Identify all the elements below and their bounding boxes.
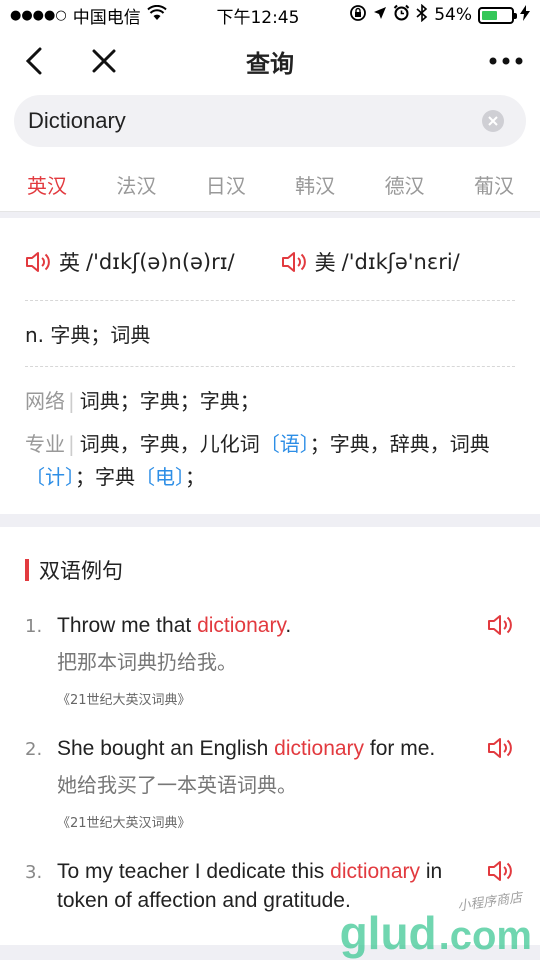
example-speaker-button[interactable] <box>487 859 515 887</box>
uk-label: 英 <box>59 251 80 275</box>
example-text: To my teacher I dedicate this <box>57 860 331 883</box>
close-button[interactable] <box>84 41 124 81</box>
divider <box>25 300 515 301</box>
tab-ja-zh[interactable]: 日汉 <box>206 170 246 199</box>
web-text: 词典；字典；字典； <box>79 389 260 413</box>
example-item: 3. To my teacher I dedicate this diction… <box>25 857 515 915</box>
example-speaker-button[interactable] <box>487 613 515 641</box>
highlight-word[interactable]: dictionary <box>274 737 364 760</box>
highlight-word[interactable]: dictionary <box>197 614 285 637</box>
example-source: 《21世纪大英汉词典》 <box>57 693 191 708</box>
bluetooth-icon <box>416 3 428 27</box>
tab-ko-zh[interactable]: 韩汉 <box>295 170 335 199</box>
clear-icon <box>488 116 498 126</box>
example-number: 1. <box>25 616 43 637</box>
example-text: for me. <box>364 737 436 760</box>
us-phonetic: /'dɪkʃə'nɛri/ <box>341 250 460 274</box>
example-number: 3. <box>25 862 43 883</box>
example-source: 《21世纪大英汉词典》 <box>57 816 191 831</box>
section-accent <box>25 559 29 581</box>
tab-en-zh[interactable]: 英汉 <box>27 170 67 199</box>
example-english: Throw me that dictionary. <box>57 611 475 640</box>
search-input[interactable] <box>28 108 482 134</box>
battery-level <box>481 10 498 20</box>
uk-phonetic: /'dɪkʃ(ə)n(ə)rɪ/ <box>86 250 235 274</box>
highlight-word[interactable]: dictionary <box>330 860 420 883</box>
separator: | <box>68 389 75 413</box>
status-right: 54% <box>349 3 530 27</box>
search-area <box>0 92 540 157</box>
tab-fr-zh[interactable]: 法汉 <box>116 170 156 199</box>
speaker-icon <box>26 252 50 272</box>
definition-card: 英 /'dɪkʃ(ə)n(ə)rɪ/ 美 /'dɪkʃə'nɛri/ n. 字典… <box>0 218 540 514</box>
search-box <box>14 95 526 147</box>
example-body: Throw me that dictionary. 把那本词典扔给我。 《21世… <box>57 611 515 708</box>
example-english: To my teacher I dedicate this dictionary… <box>57 857 475 915</box>
pronunciation-row: 英 /'dɪkʃ(ə)n(ə)rɪ/ 美 /'dɪkʃə'nɛri/ <box>25 242 515 282</box>
more-button[interactable] <box>486 41 526 81</box>
battery-percent: 54% <box>434 5 472 25</box>
us-pronunciation[interactable]: 美 /'dɪkʃə'nɛri/ <box>281 247 460 277</box>
divider <box>25 366 515 367</box>
language-tabs: 英汉 法汉 日汉 韩汉 德汉 葡汉 <box>0 157 540 212</box>
signal-strength: ●●●●○ <box>10 7 67 23</box>
domain-tag: 〔计〕 <box>25 465 75 489</box>
tab-pt-zh[interactable]: 葡汉 <box>474 170 514 199</box>
back-button[interactable] <box>14 41 54 81</box>
example-text: Throw me that <box>57 614 198 637</box>
definition-text: n. 字典；词典 <box>25 323 151 347</box>
location-icon <box>373 5 387 25</box>
pro-text: 词典，字典，儿化词 <box>79 432 260 456</box>
examples-card: 双语例句 1. Throw me that dictionary. 把那本词典扔… <box>0 527 540 945</box>
example-body: To my teacher I dedicate this dictionary… <box>57 857 515 915</box>
example-speaker-button[interactable] <box>487 736 515 764</box>
example-body: She bought an English dictionary for me.… <box>57 734 515 831</box>
section-title: 双语例句 <box>25 555 515 585</box>
web-label: 网络 <box>25 389 65 413</box>
speaker-icon <box>488 615 512 635</box>
status-bar: ●●●●○ 中国电信 下午12:45 54% <box>0 0 540 30</box>
example-chinese: 她给我买了一本英语词典。 <box>57 773 297 797</box>
more-icon <box>489 57 523 65</box>
wifi-icon <box>147 4 167 26</box>
pro-label: 专业 <box>25 432 65 456</box>
alarm-icon <box>393 4 410 26</box>
pro-text: ；字典 <box>75 465 135 489</box>
status-time: 下午12:45 <box>216 7 300 28</box>
section-title-text: 双语例句 <box>39 559 123 583</box>
separator: | <box>68 432 75 456</box>
speaker-icon <box>488 861 512 881</box>
us-label: 美 <box>314 251 336 275</box>
speaker-icon <box>488 738 512 758</box>
chevron-left-icon <box>25 47 42 75</box>
domain-tag: 〔语〕 <box>259 432 310 456</box>
domain-tag: 〔电〕 <box>135 465 185 489</box>
professional-definition: 专业 | 词典，字典，儿化词〔语〕；字典，辞典，词典〔计〕；字典〔电〕； <box>25 428 515 494</box>
web-definition: 网络 | 词典；字典；字典； <box>25 385 515 418</box>
clear-search-button[interactable] <box>482 110 504 132</box>
example-item: 1. Throw me that dictionary. 把那本词典扔给我。 《… <box>25 611 515 708</box>
uk-pronunciation[interactable]: 英 /'dɪkʃ(ə)n(ə)rɪ/ <box>25 247 235 277</box>
close-icon <box>92 49 116 73</box>
example-text: . <box>285 614 292 637</box>
example-english: She bought an English dictionary for me. <box>57 734 475 763</box>
carrier-label: 中国电信 <box>72 7 141 28</box>
tab-de-zh[interactable]: 德汉 <box>385 170 425 199</box>
example-item: 2. She bought an English dictionary for … <box>25 734 515 831</box>
example-chinese: 把那本词典扔给我。 <box>57 650 237 674</box>
status-left: ●●●●○ 中国电信 <box>10 3 167 28</box>
pro-text: ； <box>185 465 205 489</box>
pro-text: ；字典，辞典，词典 <box>309 432 490 456</box>
charging-icon <box>519 4 530 26</box>
nav-bar: 查询 <box>0 30 540 92</box>
battery-icon <box>477 6 517 24</box>
example-text: She bought an English <box>57 737 275 760</box>
example-number: 2. <box>25 739 43 760</box>
rotation-lock-icon <box>349 4 367 27</box>
speaker-icon <box>281 252 306 272</box>
nav-left-actions <box>14 41 124 81</box>
